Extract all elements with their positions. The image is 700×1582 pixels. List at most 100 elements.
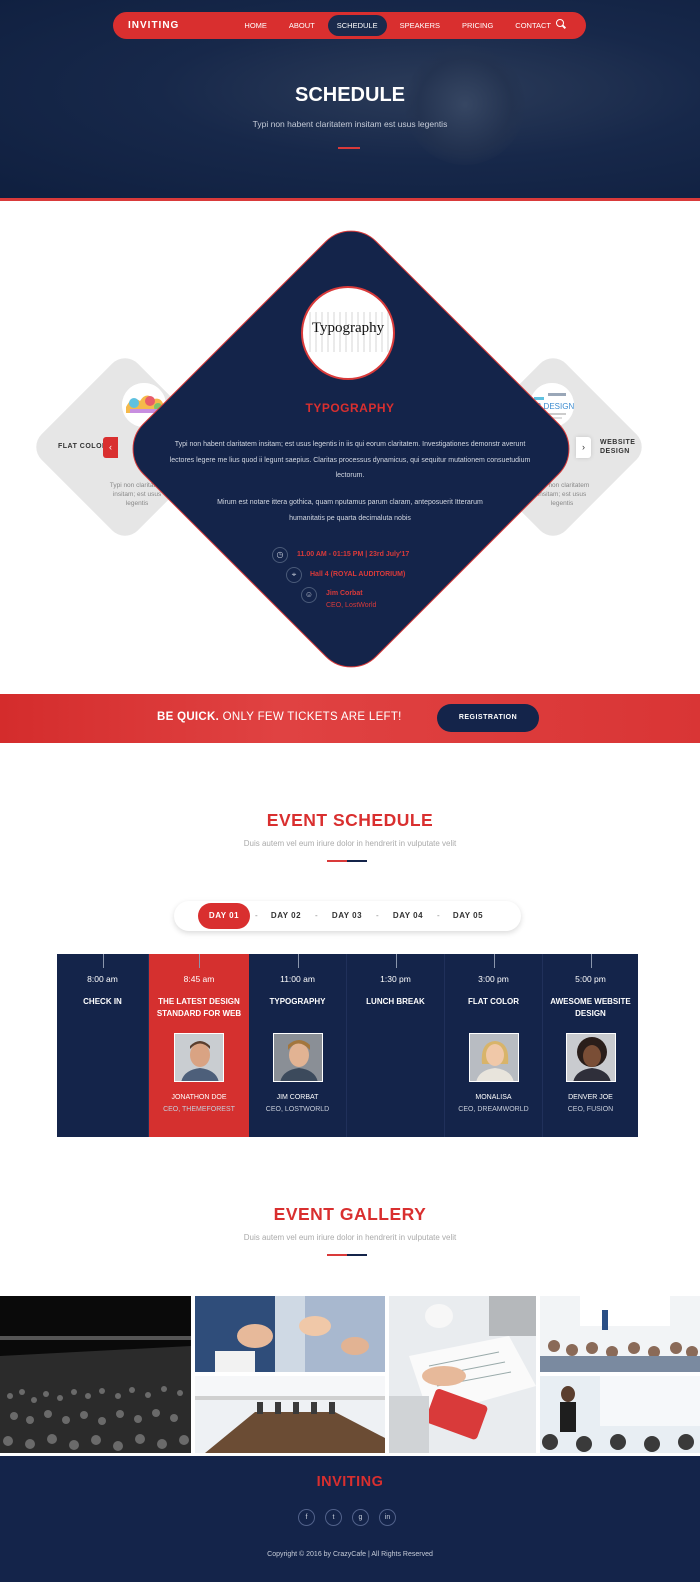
- gallery-image-auditorium[interactable]: [0, 1296, 191, 1453]
- speaker-role: CEO, THEMEFOREST: [163, 1106, 235, 1113]
- timeline-tick: [297, 954, 299, 968]
- topic-right-title-line2: DESIGN: [600, 448, 630, 455]
- event-schedule-subtitle: Duis autem vel eum iriure dolor in hendr…: [243, 839, 457, 848]
- nav-item-pricing[interactable]: PRICING: [453, 15, 502, 36]
- page-title: SCHEDULE: [294, 84, 405, 106]
- speaker-avatar[interactable]: [468, 1033, 519, 1082]
- speaker-role: CEO, DREAMWORLD: [458, 1106, 529, 1113]
- title-underline-navy: [347, 860, 367, 862]
- topic-title: TYPOGRAPHY: [305, 401, 395, 415]
- topic-description-2: Mirum est notare ittera gothica, quam np…: [217, 499, 483, 522]
- schedule-time: 1:30 pm: [380, 974, 411, 984]
- user-icon: ☺: [301, 587, 317, 603]
- topic-left-title: FLAT COLOR: [58, 443, 108, 450]
- schedule-item[interactable]: 11:00 am TYPOGRAPHY JIM CORBAT CEO, LOST…: [249, 954, 347, 1137]
- timeline-tick: [395, 954, 397, 968]
- speaker-role: CEO, LOSTWORLD: [265, 1106, 330, 1113]
- schedule-time: 8:45 am: [183, 974, 215, 984]
- nav-item-contact[interactable]: CONTACT: [506, 15, 560, 36]
- schedule-item[interactable]: 5:00 pm AWESOME WEBSITE DESIGN DENVER JO…: [543, 954, 638, 1137]
- speaker-avatar[interactable]: [174, 1033, 224, 1082]
- linkedin-icon[interactable]: in: [379, 1509, 396, 1526]
- copyright-text: Copyright © 2016 by CrazyCafe | All Righ…: [267, 1551, 433, 1558]
- nav-item-about[interactable]: ABOUT: [280, 15, 324, 36]
- schedule-title: TYPOGRAPHY: [269, 997, 326, 1006]
- navbar: INVITING HOME ABOUT SCHEDULE SPEAKERS PR…: [113, 12, 586, 39]
- topic-hall: Hall 4 (ROYAL AUDITORIUM): [310, 571, 406, 578]
- speaker-name: JONATHON DOE: [171, 1094, 227, 1101]
- registration-button[interactable]: REGISTRATION: [437, 704, 539, 732]
- topic-time: 11.00 AM - 01:15 PM | 23rd July'17: [297, 551, 410, 558]
- timeline-tick: [102, 954, 104, 968]
- schedule-title: THE LATEST DESIGN STANDARD FOR WEB: [156, 997, 242, 1018]
- gallery-image-clapping[interactable]: [195, 1296, 385, 1372]
- tab-day-03[interactable]: DAY 03: [321, 903, 373, 929]
- nav-item-home[interactable]: HOME: [235, 15, 276, 36]
- tab-separator: -: [315, 911, 318, 920]
- speaker-avatar[interactable]: [272, 1033, 323, 1082]
- tab-separator: -: [437, 911, 440, 920]
- footer-brand[interactable]: INVITING: [0, 1474, 700, 1490]
- event-gallery-title: EVENT GALLERY: [273, 1204, 427, 1224]
- speaker-name: MONALISA: [475, 1094, 512, 1101]
- gallery-image-desk[interactable]: [389, 1296, 536, 1453]
- hero-divider: [0, 198, 700, 201]
- banner-bold: BE QUICK.: [157, 711, 220, 723]
- day-tabs: DAY 01 - DAY 02 - DAY 03 - DAY 04 - DAY …: [174, 901, 521, 931]
- tab-day-04[interactable]: DAY 04: [382, 903, 434, 929]
- tab-day-02[interactable]: DAY 02: [260, 903, 312, 929]
- schedule-timeline: 8:00 am CHECK IN 8:45 am THE LATEST DESI…: [57, 954, 638, 1137]
- search-icon[interactable]: [556, 19, 564, 27]
- banner-text: BE QUICK. ONLY FEW TICKETS ARE LEFT!: [157, 711, 402, 723]
- event-gallery-subtitle: Duis autem vel eum iriure dolor in hendr…: [243, 1233, 457, 1242]
- page-subtitle: Typi non habent claritatem insitam est u…: [252, 119, 448, 129]
- schedule-time: 8:00 am: [87, 974, 118, 984]
- next-arrow-button[interactable]: ›: [576, 437, 591, 458]
- schedule-item[interactable]: 1:30 pm LUNCH BREAK: [347, 954, 445, 1137]
- location-pin-icon: ⌖: [286, 567, 302, 583]
- event-schedule-title: EVENT SCHEDULE: [266, 810, 434, 830]
- twitter-icon[interactable]: t: [325, 1509, 342, 1526]
- title-underline: [338, 147, 360, 149]
- timeline-tick: [590, 954, 592, 968]
- topic-speaker-role: CEO, LostWorld: [326, 602, 377, 609]
- schedule-item[interactable]: 8:00 am CHECK IN: [57, 954, 149, 1137]
- tab-day-01[interactable]: DAY 01: [198, 903, 250, 929]
- topic-right-title: WEBSITE DESIGN: [600, 438, 640, 456]
- tab-separator: -: [255, 911, 258, 920]
- nav-item-schedule[interactable]: SCHEDULE: [327, 15, 387, 36]
- speaker-name: JIM CORBAT: [276, 1094, 319, 1101]
- topic-right-title-line1: WEBSITE: [600, 439, 636, 446]
- schedule-time: 11:00 am: [280, 974, 315, 984]
- gallery-image-presentation[interactable]: [540, 1296, 700, 1372]
- prev-arrow-button[interactable]: ‹: [103, 437, 118, 458]
- schedule-item[interactable]: 3:00 pm FLAT COLOR MONALISA CEO, DREAMWO…: [445, 954, 543, 1137]
- topic-description: Typi non habent claritatem insitam; est …: [169, 441, 531, 479]
- brand-logo[interactable]: INVITING: [128, 12, 179, 39]
- topic-image: Typography: [301, 286, 395, 380]
- speaker-role: CEO, FUSION: [567, 1106, 614, 1113]
- schedule-time: 3:00 pm: [478, 974, 509, 984]
- schedule-time: 5:00 pm: [575, 974, 606, 984]
- title-underline-red: [327, 1254, 347, 1256]
- nav-item-speakers[interactable]: SPEAKERS: [391, 15, 449, 36]
- timeline-tick: [493, 954, 495, 968]
- speaker-name: DENVER JOE: [568, 1094, 613, 1101]
- gallery-image-conference-room[interactable]: [195, 1376, 385, 1453]
- schedule-title: LUNCH BREAK: [366, 997, 425, 1006]
- title-underline-navy: [347, 1254, 367, 1256]
- google-plus-icon[interactable]: g: [352, 1509, 369, 1526]
- schedule-title: FLAT COLOR: [468, 997, 519, 1006]
- tab-day-05[interactable]: DAY 05: [442, 903, 494, 929]
- tab-separator: -: [376, 911, 379, 920]
- title-underline-red: [327, 860, 347, 862]
- facebook-icon[interactable]: f: [298, 1509, 315, 1526]
- typography-image-word: Typography: [311, 320, 385, 336]
- banner-message: ONLY FEW TICKETS ARE LEFT!: [219, 711, 402, 723]
- schedule-item-active[interactable]: 8:45 am THE LATEST DESIGN STANDARD FOR W…: [149, 954, 249, 1137]
- speaker-avatar[interactable]: [565, 1033, 616, 1082]
- gallery-image-speaker[interactable]: [540, 1376, 700, 1453]
- schedule-title: AWESOME WEBSITE DESIGN: [550, 997, 631, 1018]
- nav-menu: HOME ABOUT SCHEDULE SPEAKERS PRICING CON…: [235, 15, 560, 36]
- topic-speaker[interactable]: Jim Corbat: [326, 590, 363, 597]
